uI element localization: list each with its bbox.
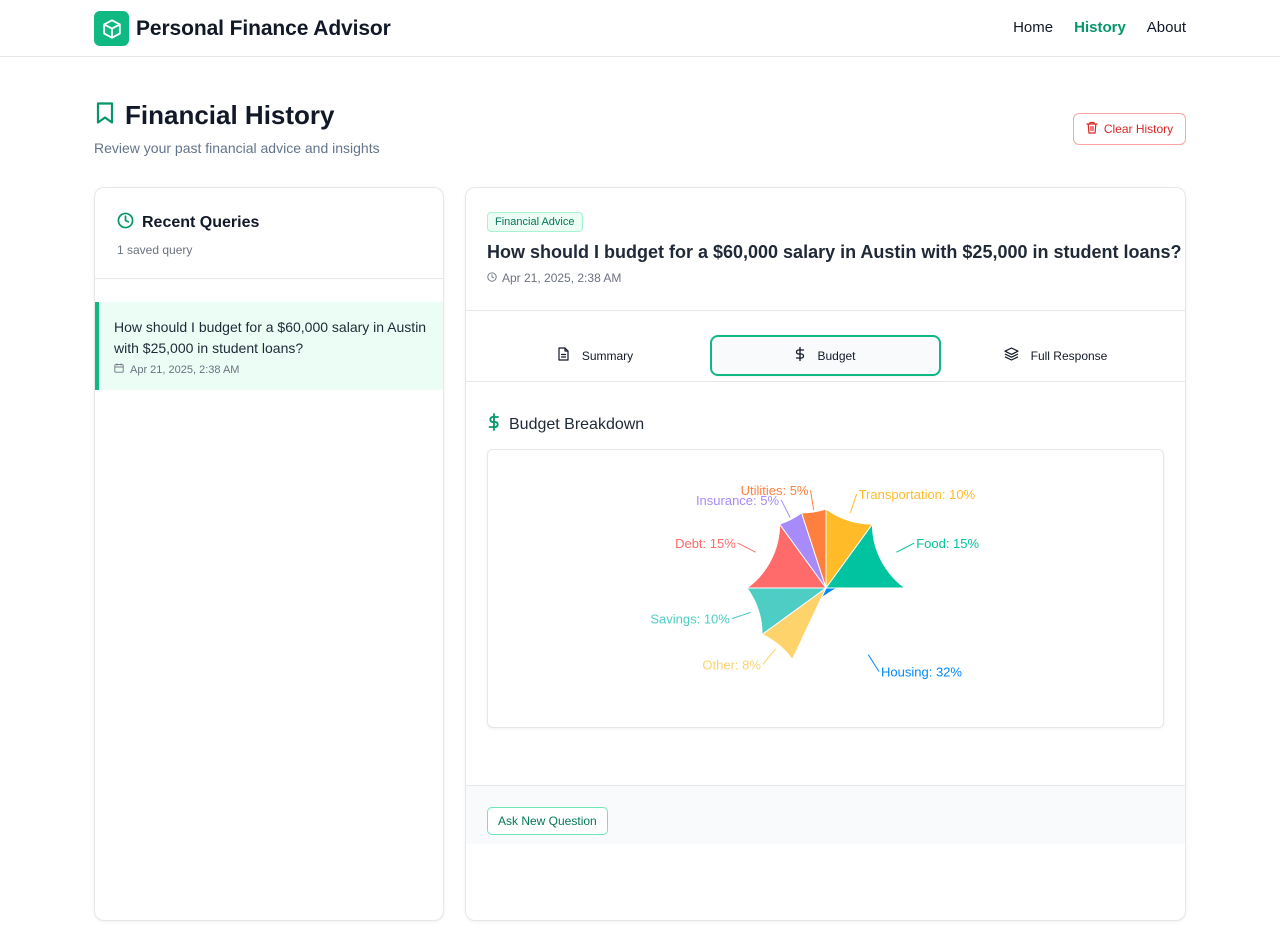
- cube-logo-icon: [94, 11, 129, 46]
- main-nav: Home History About: [1013, 19, 1186, 36]
- label-line-debt: [737, 542, 756, 553]
- calendar-icon: [114, 363, 124, 376]
- saved-query-count: 1 saved query: [117, 243, 193, 257]
- nav-about-link[interactable]: About: [1147, 19, 1186, 36]
- clock-icon: [487, 271, 497, 285]
- detail-tabs: Summary Budget Full Response: [466, 311, 1185, 382]
- query-question-title: How should I budget for a $60,000 salary…: [487, 242, 1182, 262]
- page-header: Financial History Review your past finan…: [94, 100, 380, 156]
- recent-queries-title: Recent Queries: [142, 214, 260, 231]
- nav-history-link[interactable]: History: [1074, 19, 1126, 36]
- nav-home-link[interactable]: Home: [1013, 19, 1053, 36]
- top-navbar: Personal Finance Advisor Home History Ab…: [0, 0, 1280, 57]
- trash-icon: [1086, 121, 1098, 137]
- query-date: Apr 21, 2025, 2:38 AM: [502, 271, 622, 285]
- tab-full-response[interactable]: Full Response: [940, 335, 1171, 376]
- label-line-other: [762, 648, 777, 665]
- tab-summary-label: Summary: [581, 348, 634, 363]
- clear-history-label: Clear History: [1103, 122, 1174, 136]
- label-line-food: [896, 542, 915, 553]
- slice-label-other: Other: 8%: [702, 657, 761, 672]
- slice-label-food: Food: 15%: [916, 536, 979, 551]
- label-line-utilities: [810, 490, 815, 511]
- detail-footer: Ask New Question: [466, 785, 1185, 844]
- tab-summary[interactable]: Summary: [480, 335, 710, 376]
- query-detail-panel: Financial Advice How should I budget for…: [465, 187, 1186, 921]
- query-list-item[interactable]: How should I budget for a $60,000 salary…: [95, 302, 443, 390]
- dollar-icon: [795, 346, 805, 364]
- label-line-transportation: [849, 493, 858, 514]
- clear-history-button[interactable]: Clear History: [1073, 113, 1186, 145]
- document-icon: [557, 347, 570, 364]
- query-item-date: Apr 21, 2025, 2:38 AM: [130, 363, 240, 376]
- recent-queries-header: Recent Queries 1 saved query: [95, 188, 443, 279]
- slice-label-housing: Housing: 32%: [881, 665, 962, 680]
- app-title: Personal Finance Advisor: [136, 16, 391, 40]
- tab-budget[interactable]: Budget: [710, 335, 941, 376]
- bookmark-icon: [94, 101, 116, 130]
- tab-budget-label: Budget: [817, 348, 856, 363]
- page-title: Financial History: [125, 100, 335, 130]
- query-detail-header: Financial Advice How should I budget for…: [466, 188, 1185, 311]
- clock-icon: [117, 212, 134, 234]
- label-line-savings: [731, 611, 752, 620]
- budget-pie-chart: Housing: 32% Other: 8% Savings: 10% Debt: 1…: [487, 449, 1164, 728]
- layers-icon: [1004, 347, 1019, 364]
- recent-queries-panel: Recent Queries 1 saved query How should …: [94, 187, 444, 921]
- section-title: Budget Breakdown: [509, 415, 645, 433]
- tab-full-response-label: Full Response: [1030, 348, 1108, 363]
- label-line-housing: [867, 654, 880, 672]
- label-line-insurance: [780, 499, 791, 518]
- ask-new-question-button[interactable]: Ask New Question: [487, 807, 608, 835]
- slice-label-savings: Savings: 10%: [650, 612, 730, 627]
- budget-section-header: Budget Breakdown: [488, 413, 644, 436]
- pie-chart-svg: Housing: 32% Other: 8% Savings: 10% Debt: 1…: [650, 483, 979, 680]
- category-badge: Financial Advice: [487, 212, 583, 232]
- dollar-icon: [488, 413, 500, 436]
- query-item-text: How should I budget for a $60,000 salary…: [114, 319, 427, 356]
- slice-label-debt: Debt: 15%: [675, 536, 736, 551]
- slice-label-transportation: Transportation: 10%: [859, 487, 976, 502]
- slice-label-utilities: Utilities: 5%: [741, 483, 809, 498]
- brand[interactable]: Personal Finance Advisor: [94, 11, 391, 46]
- page-subtitle: Review your past financial advice and in…: [94, 140, 380, 156]
